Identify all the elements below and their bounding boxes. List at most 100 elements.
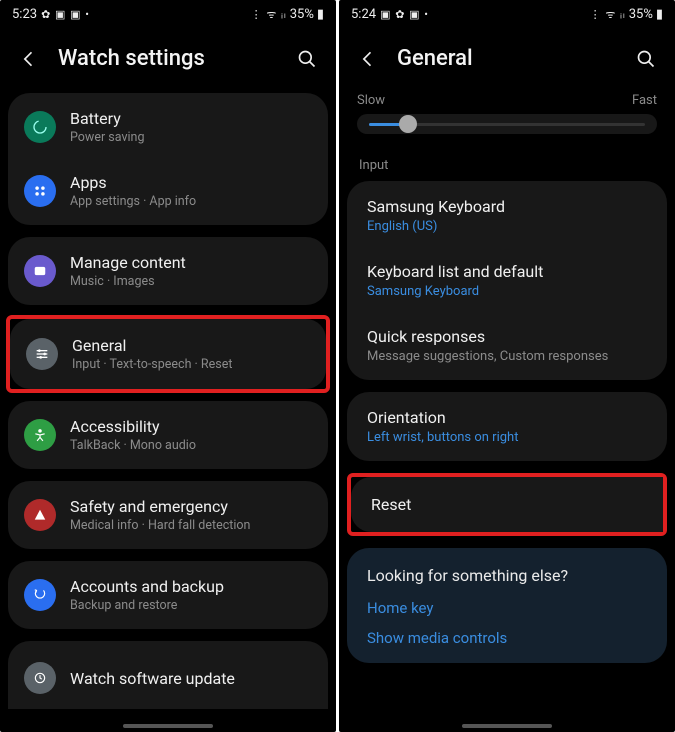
general-icon <box>26 338 58 370</box>
accessibility-icon <box>24 419 56 451</box>
page-title: Watch settings <box>58 46 278 71</box>
item-title: Accessibility <box>70 417 312 436</box>
status-battery: 35% <box>290 7 314 22</box>
item-battery[interactable]: Battery Power saving <box>8 95 328 159</box>
status-left: 5:23 ✿ ▣ ▣ • <box>12 7 90 22</box>
item-title: Orientation <box>367 408 647 427</box>
item-title: Watch software update <box>70 669 312 688</box>
backup-icon <box>24 579 56 611</box>
item-title: Battery <box>70 109 312 128</box>
back-button[interactable] <box>357 48 379 70</box>
status-notif-icons: ▣ ✿ ▣ • <box>380 8 429 21</box>
status-system-icons: ⋮ ᯤ ᵢₗ <box>251 7 287 22</box>
apps-icon <box>24 175 56 207</box>
status-time: 5:24 <box>351 7 376 22</box>
status-time: 5:23 <box>12 7 37 22</box>
page-title: General <box>397 46 617 71</box>
item-samsung-keyboard[interactable]: Samsung Keyboard English (US) <box>347 183 667 248</box>
item-general[interactable]: General Input · Text-to-speech · Reset <box>10 321 326 387</box>
item-sub: Message suggestions, Custom responses <box>367 349 647 364</box>
item-title: Reset <box>371 495 643 514</box>
item-update[interactable]: Watch software update <box>8 643 328 707</box>
speed-slider-area: Slow Fast <box>339 93 675 148</box>
item-sub: App settings · App info <box>70 194 312 209</box>
item-backup[interactable]: Accounts and backup Backup and restore <box>8 563 328 627</box>
item-title: Manage content <box>70 253 312 272</box>
speed-slider[interactable] <box>357 114 657 134</box>
back-button[interactable] <box>18 48 40 70</box>
card-group-6: Watch software update <box>8 641 328 709</box>
item-text: General Input · Text-to-speech · Reset <box>72 336 310 372</box>
item-sub: Samsung Keyboard <box>367 284 647 299</box>
card-input: Samsung Keyboard English (US) Keyboard l… <box>347 181 667 380</box>
search-icon <box>636 49 656 69</box>
chevron-left-icon <box>19 49 39 69</box>
item-reset[interactable]: Reset <box>351 477 663 532</box>
item-orientation[interactable]: Orientation Left wrist, buttons on right <box>347 394 667 459</box>
item-title: Apps <box>70 173 312 192</box>
chevron-left-icon <box>358 49 378 69</box>
item-title: Accounts and backup <box>70 577 312 596</box>
item-text: Safety and emergency Medical info · Hard… <box>70 497 312 533</box>
page-header: General <box>339 28 675 93</box>
item-title: Safety and emergency <box>70 497 312 516</box>
item-text: Accessibility TalkBack · Mono audio <box>70 417 312 453</box>
card-group-3b: Accessibility TalkBack · Mono audio <box>8 401 328 469</box>
item-sub: Medical info · Hard fall detection <box>70 518 312 533</box>
item-keyboard-list[interactable]: Keyboard list and default Samsung Keyboa… <box>347 248 667 313</box>
item-sub: Power saving <box>70 130 312 145</box>
card-group-1: Battery Power saving Apps App settings ·… <box>8 93 328 225</box>
search-button[interactable] <box>635 48 657 70</box>
item-text: Accounts and backup Backup and restore <box>70 577 312 613</box>
suggestion-home-key[interactable]: Home key <box>367 599 647 617</box>
card-group-2: Manage content Music · Images <box>8 237 328 305</box>
update-icon <box>24 662 56 694</box>
item-quick-responses[interactable]: Quick responses Message suggestions, Cus… <box>347 313 667 378</box>
safety-icon <box>24 499 56 531</box>
item-text: Watch software update <box>70 669 312 688</box>
slider-line <box>369 123 645 126</box>
status-bar: 5:24 ▣ ✿ ▣ • ⋮ ᯤ ᵢₗ 35% ▮ <box>339 0 675 28</box>
item-sub: Input · Text-to-speech · Reset <box>72 357 310 372</box>
card-group-4: Safety and emergency Medical info · Hard… <box>8 481 328 549</box>
item-title: General <box>72 336 310 355</box>
item-sub: Music · Images <box>70 274 312 289</box>
suggestion-media-controls[interactable]: Show media controls <box>367 629 647 647</box>
item-text: Battery Power saving <box>70 109 312 145</box>
item-sub: Backup and restore <box>70 598 312 613</box>
item-sub: TalkBack · Mono audio <box>70 438 312 453</box>
status-battery: 35% <box>629 7 653 22</box>
status-right: ⋮ ᯤ ᵢₗ 35% ▮ <box>251 7 324 22</box>
item-manage-content[interactable]: Manage content Music · Images <box>8 239 328 303</box>
section-input-label: Input <box>339 148 675 181</box>
item-text: Manage content Music · Images <box>70 253 312 289</box>
nav-pill[interactable] <box>123 724 213 728</box>
search-icon <box>297 49 317 69</box>
battery-icon <box>24 111 56 143</box>
item-apps[interactable]: Apps App settings · App info <box>8 159 328 223</box>
phone-left: 5:23 ✿ ▣ ▣ • ⋮ ᯤ ᵢₗ 35% ▮ Watch settings… <box>0 0 336 732</box>
status-left: 5:24 ▣ ✿ ▣ • <box>351 7 429 22</box>
card-group-5: Accounts and backup Backup and restore <box>8 561 328 629</box>
highlight-reset: Reset <box>347 473 667 536</box>
nav-pill[interactable] <box>462 724 552 728</box>
slider-slow-label: Slow <box>357 93 385 108</box>
item-text: Apps App settings · App info <box>70 173 312 209</box>
content-icon <box>24 255 56 287</box>
card-group-3: General Input · Text-to-speech · Reset <box>10 319 326 389</box>
item-accessibility[interactable]: Accessibility TalkBack · Mono audio <box>8 403 328 467</box>
status-bar: 5:23 ✿ ▣ ▣ • ⋮ ᯤ ᵢₗ 35% ▮ <box>0 0 336 28</box>
status-system-icons: ⋮ ᯤ ᵢₗ <box>590 7 626 22</box>
item-sub: Left wrist, buttons on right <box>367 430 647 445</box>
suggestions-title: Looking for something else? <box>367 566 647 585</box>
item-title: Samsung Keyboard <box>367 197 647 216</box>
suggestions-card: Looking for something else? Home key Sho… <box>347 548 667 663</box>
settings-list: Battery Power saving Apps App settings ·… <box>0 93 336 732</box>
item-safety[interactable]: Safety and emergency Medical info · Hard… <box>8 483 328 547</box>
battery-icon: ▮ <box>317 7 324 22</box>
search-button[interactable] <box>296 48 318 70</box>
slider-thumb[interactable] <box>399 115 417 133</box>
highlight-general: General Input · Text-to-speech · Reset <box>6 315 330 393</box>
reset-wrap: Reset <box>347 473 667 536</box>
item-title: Quick responses <box>367 327 647 346</box>
